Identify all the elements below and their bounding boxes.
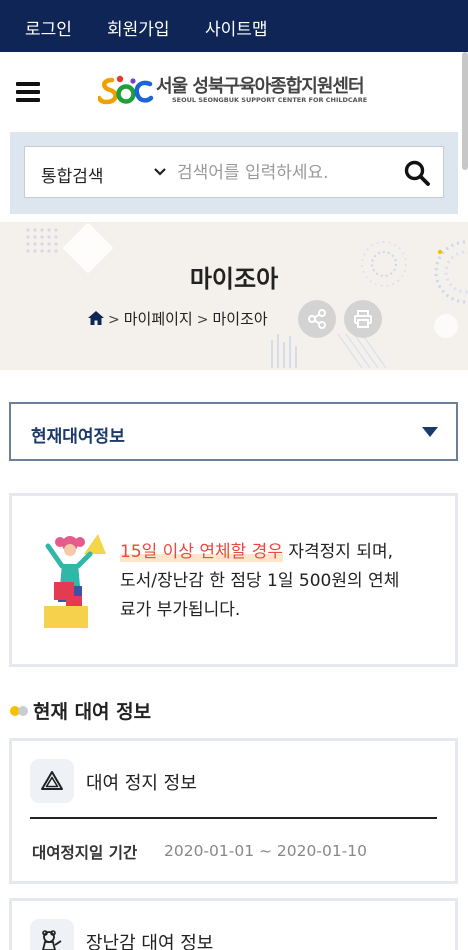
accordion-label: 현재대여정보 — [31, 427, 125, 447]
breadcrumb-current: 마이조아 — [212, 310, 268, 328]
top-bar: 로그인 회원가입 사이트맵 — [0, 0, 468, 52]
hero-decoration — [26, 222, 468, 369]
share-button[interactable] — [298, 300, 336, 338]
logo-subtitle: SEOUL SEONGBUK SUPPORT CENTER FOR CHILDC… — [172, 96, 368, 104]
search-category-select[interactable]: 통합검색 — [41, 162, 104, 187]
search-area: 통합검색 — [10, 132, 458, 214]
scrollbar[interactable] — [462, 52, 468, 170]
triangle-down-icon — [422, 427, 438, 437]
signup-link[interactable]: 회원가입 — [107, 15, 170, 40]
search-icon[interactable] — [403, 159, 431, 187]
logo-name: 서울 성북구육아종합지원센터 — [156, 76, 365, 97]
child-illustration-icon — [44, 534, 106, 628]
notice-line2: 도서/장난감 한 점당 1일 500원의 연체 — [120, 571, 400, 591]
suspension-period-label: 대여정지일 기간 — [32, 844, 138, 862]
page-title: 마이조아 — [189, 265, 279, 293]
sitemap-link[interactable]: 사이트맵 — [205, 15, 268, 40]
notice-highlight: 15일 이상 연체할 경우 — [120, 542, 283, 562]
overdue-notice: 15일 이상 연체할 경우 자격정지 되며, 도서/장난감 한 점당 1일 50… — [9, 493, 458, 667]
card-divider — [30, 817, 437, 819]
toy-icon — [30, 919, 74, 950]
page-hero: 마이조아 > 마이페이지 > 마이조아 — [0, 222, 468, 370]
notice-line1: 자격정지 되며, — [282, 542, 394, 562]
site-header: 서울 성북구육아종합지원센터 SEOUL SEONGBUK SUPPORT CE… — [0, 52, 468, 132]
warning-triangle-icon — [30, 759, 74, 803]
print-button[interactable] — [344, 300, 382, 338]
chevron-down-icon[interactable] — [153, 165, 167, 179]
breadcrumb: > 마이페이지 > 마이조아 — [88, 308, 268, 330]
section-title: 현재 대여 정보 — [33, 701, 152, 723]
suspension-info-card: 대여 정지 정보 대여정지일 기간 2020-01-01 ~ 2020-01-1… — [9, 738, 458, 884]
logo-mark-icon — [98, 75, 154, 105]
notice-line3: 료가 부가됩니다. — [120, 600, 241, 620]
card-title: 장난감 대여 정보 — [86, 933, 214, 950]
hamburger-icon[interactable] — [16, 82, 40, 102]
notice-text: 15일 이상 연체할 경우 자격정지 되며, 도서/장난감 한 점당 1일 50… — [120, 538, 440, 625]
search-input[interactable] — [177, 161, 377, 185]
print-icon — [354, 310, 372, 328]
section-bullet-icon — [10, 706, 30, 716]
current-rental-accordion[interactable]: 현재대여정보 — [9, 402, 458, 461]
share-icon — [308, 309, 326, 329]
card-title: 대여 정지 정보 — [86, 773, 197, 794]
suspension-period-value: 2020-01-01 ~ 2020-01-10 — [164, 842, 367, 860]
breadcrumb-mypage[interactable]: 마이페이지 — [124, 310, 193, 328]
search-box: 통합검색 — [24, 146, 444, 198]
site-logo[interactable]: 서울 성북구육아종합지원센터 SEOUL SEONGBUK SUPPORT CE… — [98, 72, 378, 112]
toy-rental-card: 장난감 대여 정보 — [9, 898, 458, 950]
home-icon[interactable] — [88, 311, 104, 325]
login-link[interactable]: 로그인 — [25, 15, 72, 40]
